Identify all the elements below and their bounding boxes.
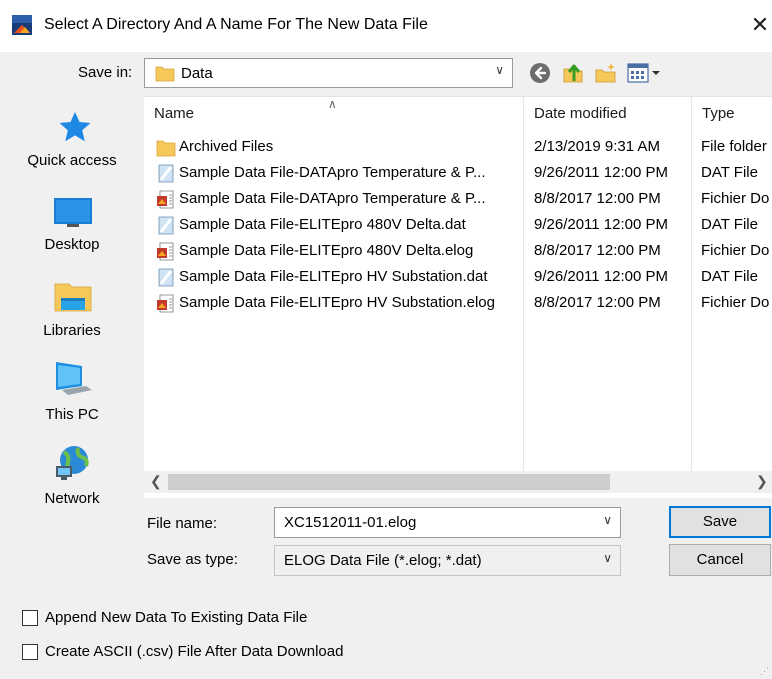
- up-folder-icon[interactable]: [561, 61, 585, 85]
- file-name: Sample Data File-ELITEpro 480V Delta.dat: [179, 216, 466, 233]
- resize-grip-icon[interactable]: ⋰: [760, 666, 769, 677]
- file-name-value: XC1512011-01.elog: [284, 514, 417, 531]
- dat-file-icon: [158, 268, 174, 287]
- chevron-down-icon[interactable]: ∨: [603, 513, 612, 527]
- cancel-button[interactable]: Cancel: [669, 544, 771, 576]
- file-date: 2/13/2019 9:31 AM: [534, 138, 660, 155]
- title-bar: Select A Directory And A Name For The Ne…: [0, 0, 772, 52]
- save-type-dropdown[interactable]: ELOG Data File (*.elog; *.dat) ∨: [274, 545, 621, 576]
- file-name-input[interactable]: XC1512011-01.elog ∨: [274, 507, 621, 538]
- save-in-value: Data: [181, 65, 213, 82]
- horizontal-scrollbar[interactable]: ❮ ❯: [144, 471, 772, 493]
- file-name: Archived Files: [179, 138, 274, 155]
- place-network[interactable]: Network: [0, 444, 144, 514]
- back-arrow-icon[interactable]: [528, 61, 552, 85]
- place-label: This PC: [45, 406, 99, 423]
- place-quick-access[interactable]: Quick access: [0, 108, 144, 178]
- scroll-right-icon[interactable]: ❯: [756, 473, 768, 490]
- file-row[interactable]: Sample Data File-ELITEpro HV Substation.…: [144, 290, 772, 316]
- file-type: Fichier Do: [701, 242, 770, 259]
- file-type: File folder: [701, 138, 767, 155]
- star-icon: [59, 112, 91, 142]
- file-date: 9/26/2011 12:00 PM: [534, 268, 668, 285]
- place-label: Libraries: [43, 322, 101, 339]
- elog-file-icon: [157, 190, 174, 209]
- file-name-label: File name:: [147, 515, 218, 532]
- file-row[interactable]: Sample Data File-ELITEpro 480V Delta.dat…: [144, 212, 772, 238]
- csv-label[interactable]: Create ASCII (.csv) File After Data Down…: [45, 643, 343, 660]
- place-label: Quick access: [27, 152, 117, 169]
- file-type: DAT File: [701, 268, 758, 285]
- append-checkbox[interactable]: [22, 610, 38, 626]
- scroll-left-icon[interactable]: ❮: [150, 473, 162, 490]
- file-row[interactable]: Archived Files 2/13/2019 9:31 AM File fo…: [144, 134, 772, 160]
- file-date: 9/26/2011 12:00 PM: [534, 216, 668, 233]
- desktop-icon: [54, 198, 92, 227]
- elog-app-icon: [12, 15, 32, 35]
- save-type-label: Save as type:: [147, 551, 238, 568]
- libraries-icon: [54, 283, 92, 312]
- elog-file-icon: [157, 242, 174, 261]
- file-row[interactable]: Sample Data File-ELITEpro 480V Delta.elo…: [144, 238, 772, 264]
- sort-arrow-icon: ∧: [328, 97, 337, 111]
- view-menu-icon[interactable]: [627, 61, 661, 85]
- file-name: Sample Data File-ELITEpro HV Substation.…: [179, 268, 488, 285]
- file-type: DAT File: [701, 216, 758, 233]
- window-title: Select A Directory And A Name For The Ne…: [44, 16, 428, 33]
- close-button[interactable]: ✕: [748, 11, 772, 39]
- place-label: Network: [44, 490, 100, 507]
- chevron-down-icon: ∨: [603, 551, 612, 565]
- file-date: 8/8/2017 12:00 PM: [534, 242, 661, 259]
- computer-icon: [56, 362, 92, 395]
- file-date: 8/8/2017 12:00 PM: [534, 294, 661, 311]
- file-row[interactable]: Sample Data File-DATApro Temperature & P…: [144, 160, 772, 186]
- column-header-name[interactable]: Name: [154, 105, 194, 122]
- save-type-value: ELOG Data File (*.elog; *.dat): [284, 552, 482, 569]
- save-in-label: Save in:: [78, 64, 133, 81]
- place-this-pc[interactable]: This PC: [0, 360, 144, 430]
- save-button[interactable]: Save: [669, 506, 771, 538]
- file-date: 9/26/2011 12:00 PM: [534, 164, 668, 181]
- folder-icon: [156, 140, 176, 157]
- network-icon: [56, 446, 89, 480]
- scrollbar-thumb[interactable]: [168, 474, 610, 490]
- dat-file-icon: [158, 164, 174, 183]
- folder-icon: [155, 66, 175, 82]
- append-label[interactable]: Append New Data To Existing Data File: [45, 609, 307, 626]
- file-type: Fichier Do: [701, 190, 770, 207]
- places-bar: Quick access Desktop Libraries This PC N…: [0, 96, 144, 526]
- column-header-type[interactable]: Type: [702, 105, 735, 122]
- file-name: Sample Data File-DATApro Temperature & P…: [179, 164, 486, 181]
- elog-file-icon: [157, 294, 174, 313]
- file-name: Sample Data File-ELITEpro 480V Delta.elo…: [179, 242, 474, 259]
- file-name: Sample Data File-ELITEpro HV Substation.…: [179, 294, 495, 311]
- file-row[interactable]: Sample Data File-ELITEpro HV Substation.…: [144, 264, 772, 290]
- csv-checkbox[interactable]: [22, 644, 38, 660]
- file-type: Fichier Do: [701, 294, 770, 311]
- save-in-dropdown[interactable]: Data ∨: [144, 58, 513, 88]
- new-folder-icon[interactable]: [594, 61, 618, 85]
- place-desktop[interactable]: Desktop: [0, 194, 144, 264]
- file-name: Sample Data File-DATApro Temperature & P…: [179, 190, 486, 207]
- dat-file-icon: [158, 216, 174, 235]
- file-type: DAT File: [701, 164, 758, 181]
- chevron-down-icon: ∨: [495, 63, 504, 77]
- file-date: 8/8/2017 12:00 PM: [534, 190, 661, 207]
- file-list[interactable]: ∧ Name Date modified Type Archived Files…: [144, 96, 772, 498]
- place-libraries[interactable]: Libraries: [0, 278, 144, 348]
- place-label: Desktop: [44, 236, 100, 253]
- column-header-date[interactable]: Date modified: [534, 105, 627, 122]
- file-row[interactable]: Sample Data File-DATApro Temperature & P…: [144, 186, 772, 212]
